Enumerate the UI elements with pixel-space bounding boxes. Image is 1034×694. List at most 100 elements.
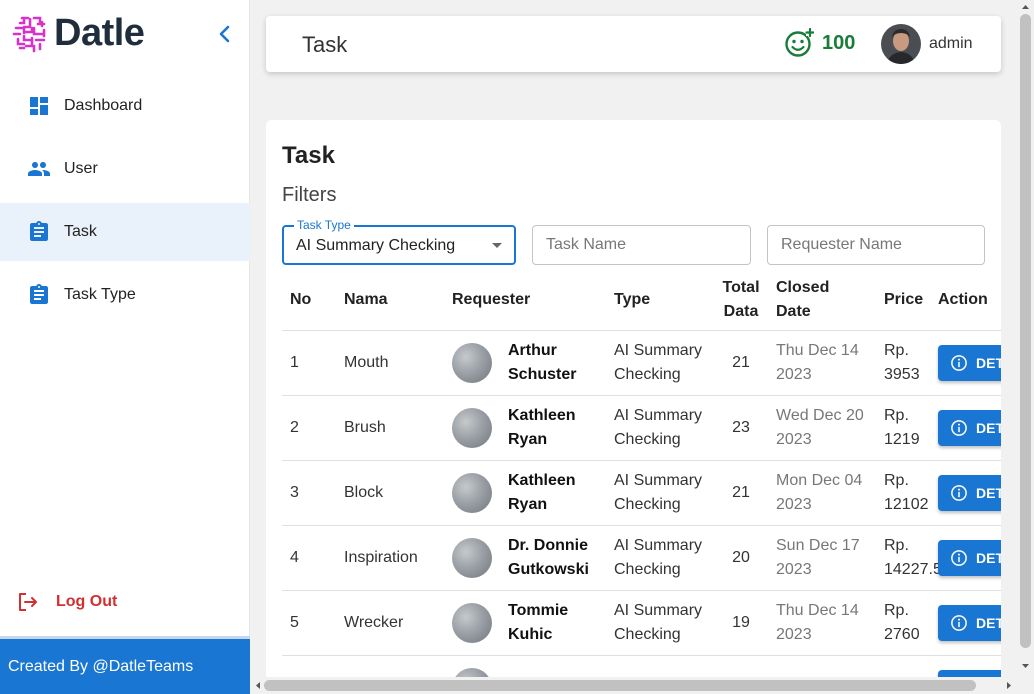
scroll-right-icon[interactable] [1005, 681, 1013, 690]
points-value: 100 [822, 31, 856, 54]
sidebar-item-dashboard[interactable]: Dashboard [0, 77, 250, 135]
clipboard-icon [26, 219, 52, 245]
sidebar-item-label: User [64, 160, 98, 177]
cell-requester: Dr. Donnie Gutkowski [444, 525, 606, 591]
table-row: 4 Inspiration Dr. Donnie Gutkowski AI Summa… [282, 525, 1001, 591]
table-header-row: No Nama Requester Type Total Data Closed… [282, 270, 1001, 331]
detail-button[interactable]: DETAIL [938, 539, 1001, 576]
requester-name: Dr. Donnie Gutkowski [508, 536, 589, 578]
header-price: Price [876, 270, 930, 331]
avatar[interactable] [881, 24, 921, 64]
cell-requester: Kathleen Ryan [444, 395, 606, 461]
detail-button[interactable]: DETAIL [938, 409, 1001, 446]
cell-price: Rp. 12102 [876, 460, 930, 526]
cell-requester: Kathleen Ryan [444, 460, 606, 526]
task-type-label: Task Type [294, 218, 354, 232]
cell-action: DETAIL [930, 330, 1001, 396]
header-requester: Requester [444, 270, 606, 331]
requester-name-input[interactable] [767, 225, 985, 265]
brand[interactable]: Datle [12, 12, 145, 55]
cell-price: Rp. 2760 [876, 590, 930, 656]
cell-requester: Tommie Kuhic [444, 590, 606, 656]
caret-down-icon [492, 243, 502, 248]
points-badge: 100 [784, 28, 855, 58]
cell-total-data: 21 [714, 330, 768, 396]
cell-closed-date: Wed Dec 20 2023 [768, 395, 876, 461]
detail-button-label: DETAIL [976, 354, 1001, 371]
cell-price: Rp. 3953 [876, 330, 930, 396]
table-row: 5 Wrecker Tommie Kuhic AI Summary Checking 1… [282, 590, 1001, 656]
header-no: No [282, 270, 336, 331]
detail-button[interactable]: DETAIL [938, 604, 1001, 641]
info-icon [951, 354, 967, 371]
sidebar: Datle Dashboard User Task Task Type Log … [0, 0, 250, 694]
header-total-data: Total Data [714, 270, 768, 331]
detail-button-label: DETAIL [976, 549, 1001, 566]
table-row: 1 Mouth Arthur Schuster AI Summary Checking… [282, 330, 1001, 396]
dashboard-icon [26, 93, 52, 119]
sidebar-item-label: Task Type [64, 286, 136, 303]
cell-type: AI Summary Checking [606, 525, 714, 591]
info-icon [951, 419, 967, 436]
cell-type: AI Summary Checking [606, 460, 714, 526]
task-type-value: AI Summary Checking [296, 237, 456, 254]
horizontal-scroll-thumb[interactable] [264, 680, 976, 691]
info-icon [951, 484, 967, 501]
topbar: Task 100 admin [266, 16, 1001, 72]
info-icon [951, 614, 967, 631]
clipboard-icon [26, 282, 52, 308]
cell-nama: Mouth [336, 330, 444, 396]
sidebar-item-user[interactable]: User [0, 140, 250, 198]
cell-nama: Inspiration [336, 525, 444, 591]
cell-total-data: 20 [714, 525, 768, 591]
detail-button-label: DETAIL [976, 614, 1001, 631]
cell-closed-date: Thu Dec 14 2023 [768, 590, 876, 656]
cell-action: DETAIL [930, 460, 1001, 526]
cell-action: DETAIL [930, 395, 1001, 461]
task-card: Task Filters Task Type AI Summary Checki… [266, 120, 1001, 694]
avatar [452, 342, 492, 383]
sidebar-item-task[interactable]: Task [0, 203, 250, 261]
task-name-input[interactable] [532, 225, 751, 265]
cell-action: DETAIL [930, 525, 1001, 591]
task-type-select[interactable]: Task Type AI Summary Checking [282, 218, 516, 265]
scroll-left-icon[interactable] [254, 681, 262, 690]
detail-button[interactable]: DETAIL [938, 344, 1001, 381]
scroll-down-icon[interactable] [1021, 662, 1030, 670]
logout-button[interactable]: Log Out [16, 590, 117, 614]
brain-logo-icon [12, 16, 46, 52]
users-icon [26, 156, 52, 182]
sidebar-item-task-type[interactable]: Task Type [0, 266, 250, 324]
cell-nama: Block [336, 460, 444, 526]
avatar [452, 537, 492, 578]
header-nama: Nama [336, 270, 444, 331]
detail-button[interactable]: DETAIL [938, 474, 1001, 511]
cell-no: 2 [282, 395, 336, 461]
admin-name[interactable]: admin [929, 35, 973, 53]
horizontal-scrollbar[interactable] [250, 677, 1017, 694]
brand-name: Datle [54, 12, 145, 54]
chevron-left-icon[interactable] [214, 22, 236, 46]
cell-price: Rp. 14227.5 [876, 525, 942, 591]
sidebar-item-label: Task [64, 223, 97, 240]
cell-type: AI Summary Checking [606, 590, 714, 656]
vertical-scroll-thumb[interactable] [1020, 14, 1031, 648]
header-type: Type [606, 270, 714, 331]
logout-label: Log Out [56, 593, 118, 610]
cell-no: 5 [282, 590, 336, 656]
detail-button-label: DETAIL [976, 419, 1001, 436]
info-icon [951, 549, 967, 566]
cell-type: AI Summary Checking [606, 330, 714, 396]
table-row: 2 Brush Kathleen Ryan AI Summary Checking 23… [282, 395, 1001, 461]
filters-label: Filters [282, 184, 337, 206]
avatar [452, 602, 492, 643]
task-table-container: No Nama Requester Type Total Data Closed… [282, 270, 1001, 694]
sidebar-nav: Dashboard User Task Task Type [0, 77, 250, 329]
cell-no: 1 [282, 330, 336, 396]
scroll-up-icon[interactable] [1021, 3, 1030, 11]
vertical-scrollbar[interactable] [1017, 0, 1034, 694]
header-closed-date: Closed Date [768, 270, 876, 331]
table-row: 3 Block Kathleen Ryan AI Summary Checking 21… [282, 460, 1001, 526]
smiley-plus-icon [785, 28, 814, 57]
user-avatar-icon [881, 24, 921, 64]
